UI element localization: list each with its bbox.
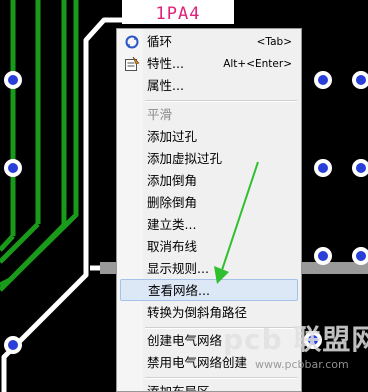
menu-item-show-rules[interactable]: 显示规则...: [120, 258, 298, 280]
menu-item-add-layout-area[interactable]: 添加布局区: [120, 381, 298, 391]
menu-item-add-chamfer[interactable]: 添加倒角: [120, 170, 298, 192]
menu-separator: [145, 100, 297, 102]
menu-item-view-net[interactable]: 查看网络...: [120, 279, 298, 301]
menu-item-disable-electrical-net-creation[interactable]: 禁用电气网络创建: [120, 352, 298, 374]
cycle-icon: [125, 35, 139, 49]
menu-separator: [145, 327, 297, 329]
component-label: 1PA4: [122, 0, 234, 24]
menu-item-add-virtual-via[interactable]: 添加虚拟过孔: [120, 148, 298, 170]
menu-item-convert-to-chamfered-path[interactable]: 转换为倒斜角路径: [120, 302, 298, 324]
menu-item-add-via[interactable]: 添加过孔: [120, 126, 298, 148]
menu-item-unroute[interactable]: 取消布线: [120, 236, 298, 258]
menu-item-attributes[interactable]: 属性...: [120, 75, 298, 97]
context-menu[interactable]: 循环 <Tab> 特性... Alt+<Enter> 属性... 平滑 添加过孔…: [116, 28, 302, 392]
menu-item-properties[interactable]: 特性... Alt+<Enter>: [120, 53, 298, 75]
menu-item-create-class[interactable]: 建立类...: [120, 214, 298, 236]
menu-item-smooth: 平滑: [147, 107, 173, 122]
menu-item-create-electrical-net[interactable]: 创建电气网络: [120, 330, 298, 352]
menu-separator: [145, 377, 297, 379]
properties-icon: [125, 56, 140, 71]
menu-item-cycle[interactable]: 循环 <Tab>: [120, 31, 298, 53]
menu-item-delete-chamfer[interactable]: 删除倒角: [120, 192, 298, 214]
